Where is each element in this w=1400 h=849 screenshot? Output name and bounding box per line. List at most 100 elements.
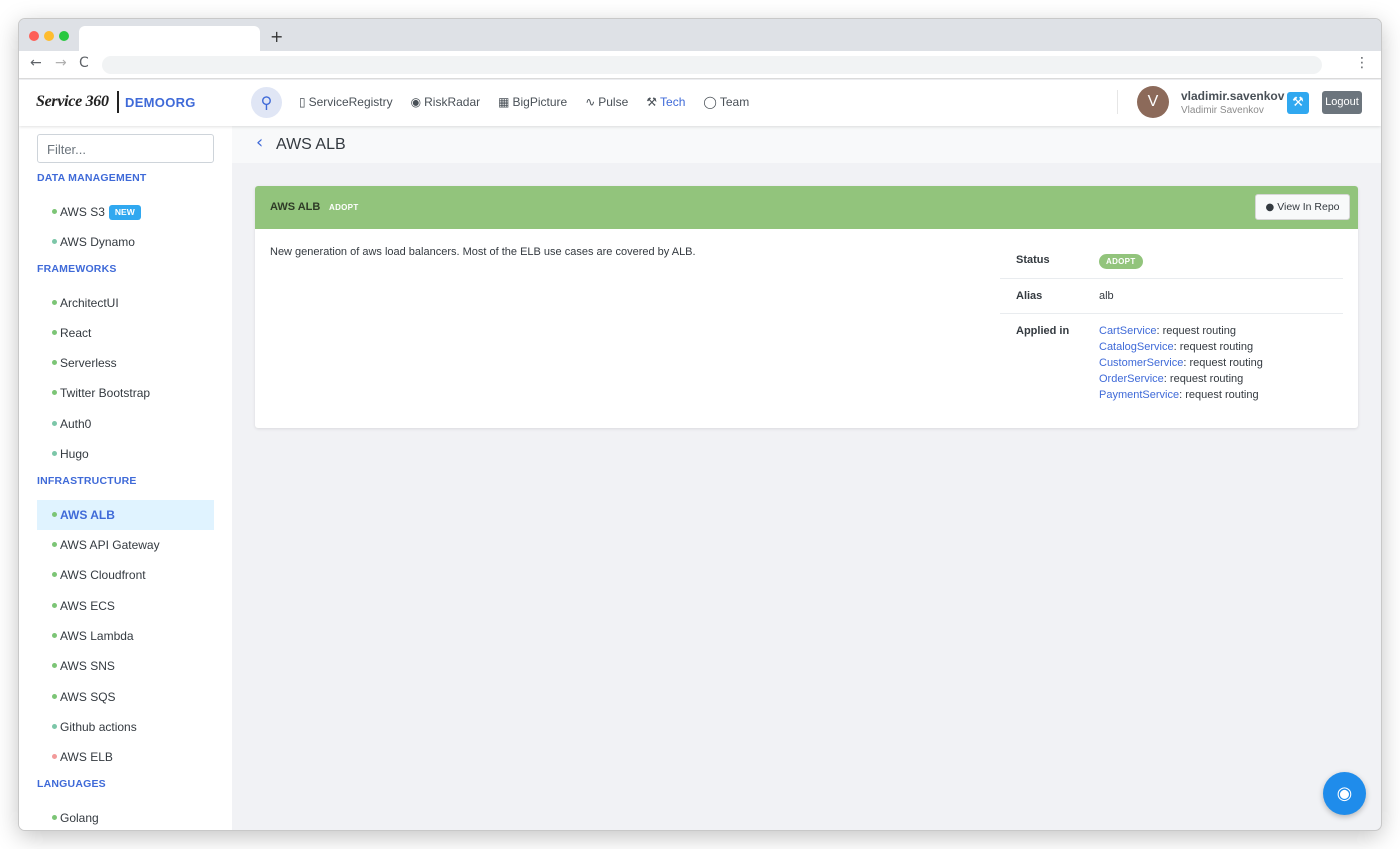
nav-service-registry[interactable]: ▯ ServiceRegistry [299,95,393,109]
service-link[interactable]: CartService [1099,325,1156,337]
page-title: AWS ALB [276,136,346,153]
sidebar-item-aws-alb[interactable]: AWS ALB [37,500,214,530]
tools-icon: ⚒ [646,95,658,109]
close-window-button[interactable] [29,31,39,41]
address-bar-row: ← → C ⋮ [19,51,1381,79]
main-nav: ▯ ServiceRegistry ◉ RiskRadar ▦ BigPicture … [299,95,749,109]
forward-icon[interactable]: → [55,55,67,71]
sidebar-item-aws-sns[interactable]: AWS SNS [37,651,214,681]
sidebar-item-label: AWS API Gateway [60,538,160,552]
usage-text: : request routing [1179,389,1259,401]
nav-team[interactable]: ◯ Team [703,95,749,109]
status-dot [52,603,57,608]
sidebar-item-aws-lambda[interactable]: AWS Lambda [37,621,214,651]
sidebar-item-aws-elb[interactable]: AWS ELB [37,742,214,772]
reload-icon[interactable]: C [79,55,89,71]
page-header: ‹ AWS ALB [232,126,1381,163]
sidebar-item-label: AWS ALB [60,508,115,522]
logout-button[interactable]: Logout [1322,91,1362,114]
map-icon: ▦ [498,95,510,109]
applied-in-row: Applied in CartService: request routing … [1000,314,1343,406]
browser-tab[interactable] [79,26,260,51]
sidebar-group-title: INFRASTRUCTURE [37,475,137,487]
service-link[interactable]: OrderService [1099,373,1164,385]
status-dot [52,542,57,547]
nav-big-picture[interactable]: ▦ BigPicture [498,95,567,109]
status-badge: ADOPT [1099,254,1143,269]
new-tab-button[interactable]: + [270,27,283,46]
sidebar-item-twitter-bootstrap[interactable]: Twitter Bootstrap [37,378,214,408]
header-divider [1117,90,1118,114]
logo-divider [117,91,119,113]
sidebar-item-aws-s3[interactable]: AWS S3 NEW [37,197,214,227]
org-name[interactable]: DEMOORG [125,95,196,110]
sidebar-group-title: FRAMEWORKS [37,263,117,275]
filter-input[interactable]: Filter... [37,134,214,163]
sidebar-group-title: DATA MANAGEMENT [37,172,147,184]
status-dot [52,633,57,638]
maximize-window-button[interactable] [59,31,69,41]
nav-label: Pulse [598,95,629,109]
sidebar-item-label: Auth0 [60,417,92,431]
sidebar-item-aws-ecs[interactable]: AWS ECS [37,591,214,621]
avatar[interactable]: V [1137,86,1169,118]
properties-table: Status ADOPT Alias alb Applied in CartSe… [1000,246,1343,406]
search-icon[interactable]: ⚲ [251,87,282,118]
sidebar-item-label: Github actions [60,720,137,734]
url-input[interactable] [102,56,1322,74]
nav-tech[interactable]: ⚒ Tech [646,95,685,109]
sidebar-item-github-actions[interactable]: Github actions [37,712,214,742]
admin-tools-button[interactable]: ⚒ [1287,92,1309,114]
sidebar-item-label: AWS SQS [60,690,116,704]
wrench-icon: ⚒ [1292,95,1304,110]
username: vladimir.savenkov [1181,89,1285,103]
sidebar-item-label: AWS Dynamo [60,235,135,249]
back-chevron-icon[interactable]: ‹ [256,132,263,153]
browser-menu-icon[interactable]: ⋮ [1355,55,1369,71]
sidebar-item-label: AWS ECS [60,599,115,613]
sidebar-item-label: AWS Cloudfront [60,568,146,582]
applied-in-item: PaymentService: request routing [1099,387,1263,403]
applied-in-item: CustomerService: request routing [1099,355,1263,371]
usage-text: : request routing [1163,373,1244,385]
sidebar-item-aws-api-gateway[interactable]: AWS API Gateway [37,530,214,560]
applied-in-label: Applied in [1016,325,1070,337]
sidebar-item-golang[interactable]: Golang [37,803,214,830]
status-dot [52,360,57,365]
status-dot [52,572,57,577]
usage-text: : request routing [1156,325,1236,337]
sidebar-item-label: AWS S3 [60,205,105,219]
status-dot [52,451,57,456]
sidebar-item-hugo[interactable]: Hugo [37,439,214,469]
sidebar-item-react[interactable]: React [37,318,214,348]
back-icon[interactable]: ← [30,55,42,71]
sidebar-item-architectui[interactable]: ArchitectUI [37,288,214,318]
usage-text: : request routing [1183,357,1263,369]
chat-button[interactable]: ◉ [1323,772,1366,815]
view-in-repo-button[interactable]: ● View In Repo [1255,194,1350,220]
service-link[interactable]: PaymentService [1099,389,1179,401]
card-title: AWS ALB [270,201,321,213]
sidebar-item-aws-cloudfront[interactable]: AWS Cloudfront [37,560,214,590]
sidebar-item-serverless[interactable]: Serverless [37,348,214,378]
nav-risk-radar[interactable]: ◉ RiskRadar [411,95,481,109]
app-header: Service 360 DEMOORG ⚲ ▯ ServiceRegistry ◉… [19,80,1381,126]
minimize-window-button[interactable] [44,31,54,41]
sidebar-item-aws-sqs[interactable]: AWS SQS [37,682,214,712]
applied-in-item: CatalogService: request routing [1099,339,1263,355]
user-full-name: Vladimir Savenkov [1181,105,1264,116]
sidebar-item-label: AWS SNS [60,659,115,673]
tech-detail-card: AWS ALB ADOPT ● View In Repo New generati… [255,186,1358,428]
service-link[interactable]: CatalogService [1099,341,1174,353]
nav-pulse[interactable]: ∿ Pulse [585,95,628,109]
tab-strip: + [19,19,1381,51]
team-icon: ◯ [703,95,717,109]
sidebar-item-aws-dynamo[interactable]: AWS Dynamo [37,227,214,257]
status-label: Status [1016,254,1050,266]
applied-in-item: CartService: request routing [1099,323,1263,339]
app-logo[interactable]: Service 360 [36,93,109,111]
sidebar-item-label: Golang [60,811,99,825]
sidebar-item-auth0[interactable]: Auth0 [37,409,214,439]
view-in-repo-label: View In Repo [1277,201,1340,213]
service-link[interactable]: CustomerService [1099,357,1183,369]
